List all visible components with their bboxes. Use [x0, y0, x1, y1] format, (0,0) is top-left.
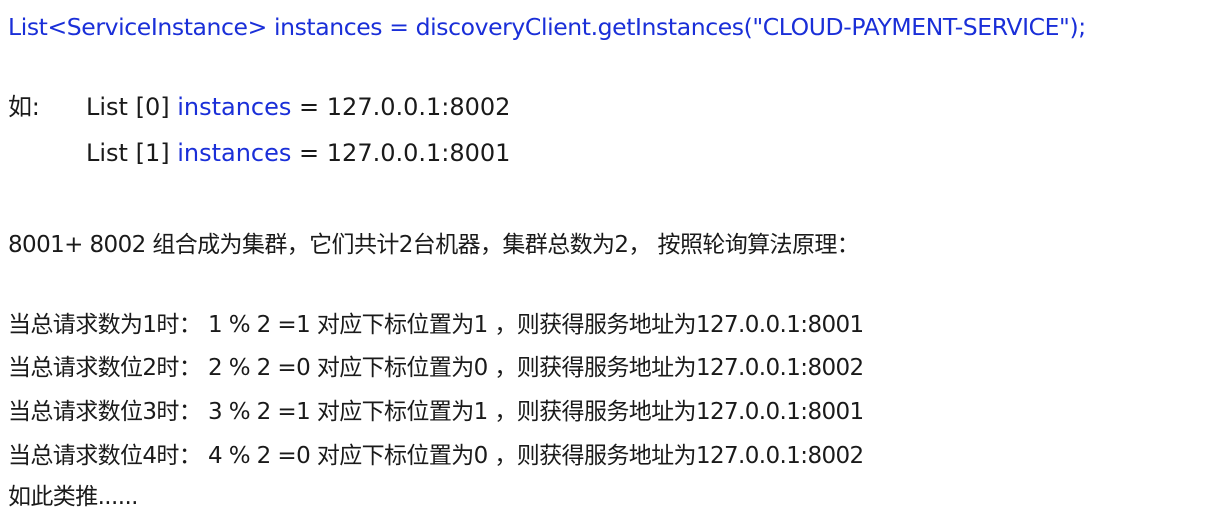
code-assign: =	[389, 13, 409, 41]
example-var: instances	[177, 93, 292, 121]
example-item-0: List [0] instances = 127.0.0.1:8002	[86, 92, 510, 122]
rule-line-4: 当总请求数位4时： 4 % 2 =0 对应下标位置为0 ，则获得服务地址为127…	[8, 443, 864, 469]
example-rest: = 127.0.0.1:8001	[299, 139, 511, 167]
example-prefix: List [1]	[86, 139, 170, 167]
code-type: List<ServiceInstance>	[8, 13, 267, 41]
example-label: 如:	[8, 93, 40, 121]
rule-line-2: 当总请求数位2时： 2 % 2 =0 对应下标位置为0 ，则获得服务地址为127…	[8, 355, 864, 381]
example-prefix: List [0]	[86, 93, 170, 121]
code-line: List<ServiceInstance> instances = discov…	[8, 12, 1086, 42]
summary-text: 8001+ 8002 组合成为集群，它们共计2台机器，集群总数为2， 按照轮询算…	[8, 232, 860, 258]
code-var: instances	[273, 13, 383, 41]
rule-line-1: 当总请求数为1时： 1 % 2 =1 对应下标位置为1 ，则获得服务地址为127…	[8, 312, 864, 338]
code-call: discoveryClient.getInstances("CLOUD-PAYM…	[415, 13, 1087, 41]
example-rest: = 127.0.0.1:8002	[299, 93, 511, 121]
example-item-1: List [1] instances = 127.0.0.1:8001	[86, 138, 510, 168]
ending-text: 如此类推......	[8, 484, 138, 510]
rule-line-3: 当总请求数位3时： 3 % 2 =1 对应下标位置为1 ，则获得服务地址为127…	[8, 399, 864, 425]
example-var: instances	[177, 139, 292, 167]
